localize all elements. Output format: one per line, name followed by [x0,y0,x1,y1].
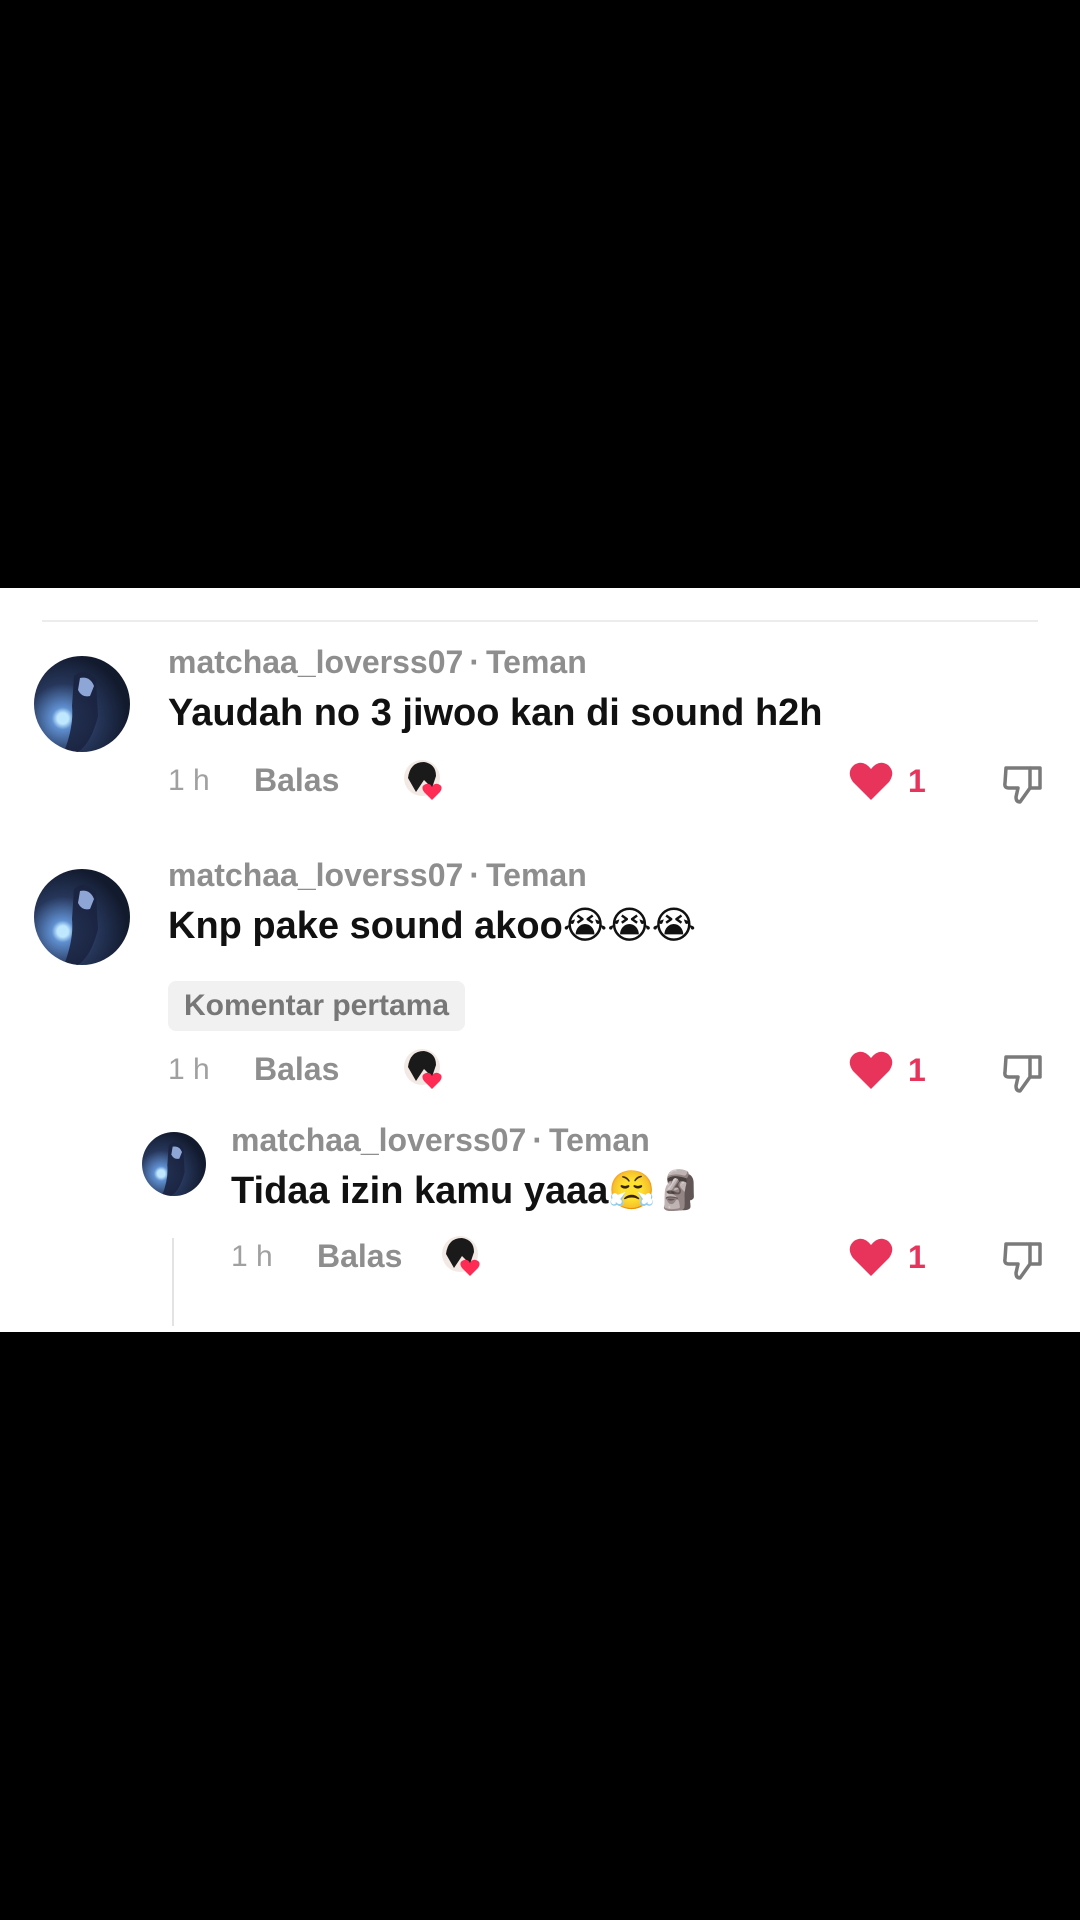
thumbs-down-icon[interactable] [1000,760,1046,806]
username[interactable]: matchaa_loverss07 [168,644,463,680]
divider [42,620,1038,622]
heart-icon [849,1238,893,1276]
comment-meta: matchaa_loverss07 · Teman [168,644,587,680]
thumbs-down-icon[interactable] [1000,1236,1046,1282]
comment-text: Tidaa izin kamu yaaa😤🗿 [231,1168,704,1212]
heart-icon [849,762,893,800]
creator-liked-icon [440,1234,486,1280]
username[interactable]: matchaa_loverss07 [168,857,463,893]
relation-label: Teman [548,1122,650,1158]
user-avatar-icon[interactable] [34,869,130,965]
like-button[interactable]: 1 [848,1049,926,1091]
creator-liked-icon [402,1047,448,1093]
reply-button[interactable]: Balas [317,1238,402,1275]
like-count: 1 [908,1238,926,1275]
comment-time: 1 h [231,1240,273,1273]
like-button[interactable]: 1 [848,760,926,802]
comments-panel: matchaa_loverss07 · Teman Yaudah no 3 jiwo… [0,588,1080,1332]
comment-time: 1 h [168,1053,210,1086]
comment-meta: matchaa_loverss07 · Teman [168,857,587,893]
user-avatar-icon[interactable] [142,1132,206,1196]
relation-label: Teman [485,857,587,893]
creator-liked-icon [402,758,448,804]
reply-button[interactable]: Balas [254,762,339,799]
first-comment-badge: Komentar pertama [168,981,466,1031]
comment-time: 1 h [168,764,210,797]
like-button[interactable]: 1 [848,1236,926,1278]
reply-button[interactable]: Balas [254,1051,339,1088]
user-avatar-icon[interactable] [34,656,130,752]
like-count: 1 [908,762,926,799]
heart-icon [849,1051,893,1089]
comment-text: Knp pake sound akoo😭😭😭 [168,903,697,947]
like-count: 1 [908,1051,926,1088]
username[interactable]: matchaa_loverss07 [231,1122,526,1158]
comment-meta: matchaa_loverss07 · Teman [231,1122,650,1158]
thread-line [172,1238,174,1326]
comment-text: Yaudah no 3 jiwoo kan di sound h2h [168,692,823,734]
relation-label: Teman [485,644,587,680]
thumbs-down-icon[interactable] [1000,1049,1046,1095]
